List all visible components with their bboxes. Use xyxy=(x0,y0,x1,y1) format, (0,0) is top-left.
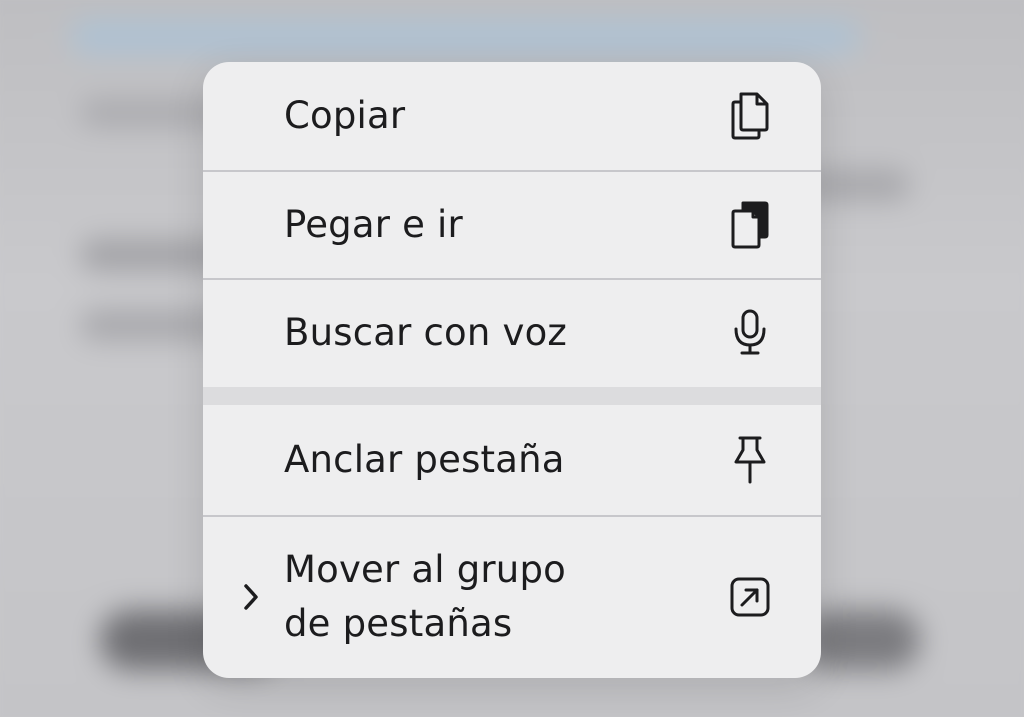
menu-item-label: Anclar pestaña xyxy=(284,438,565,482)
arrow-up-right-square-icon xyxy=(725,572,775,622)
pin-icon xyxy=(725,435,775,485)
menu-item-voice-search[interactable]: Buscar con voz xyxy=(203,279,821,387)
copy-icon xyxy=(725,91,775,141)
microphone-icon xyxy=(725,308,775,358)
menu-item-label: Mover al grupo de pestañas xyxy=(284,548,566,645)
blurred-address-bar xyxy=(70,20,860,54)
menu-item-copy[interactable]: Copiar xyxy=(203,62,821,170)
menu-item-move-to-tab-group[interactable]: Mover al grupo de pestañas xyxy=(203,516,821,678)
menu-item-paste-and-go[interactable]: Pegar e ir xyxy=(203,171,821,278)
menu-item-label: Buscar con voz xyxy=(284,311,568,355)
chevron-right-icon xyxy=(239,577,263,617)
section-separator xyxy=(203,387,821,405)
menu-item-pin-tab[interactable]: Anclar pestaña xyxy=(203,405,821,515)
menu-item-label: Pegar e ir xyxy=(284,202,463,246)
paste-go-icon xyxy=(725,200,775,250)
context-menu: Copiar Pegar e ir Buscar con voz Anclar … xyxy=(203,62,821,678)
menu-item-label: Copiar xyxy=(284,94,406,138)
